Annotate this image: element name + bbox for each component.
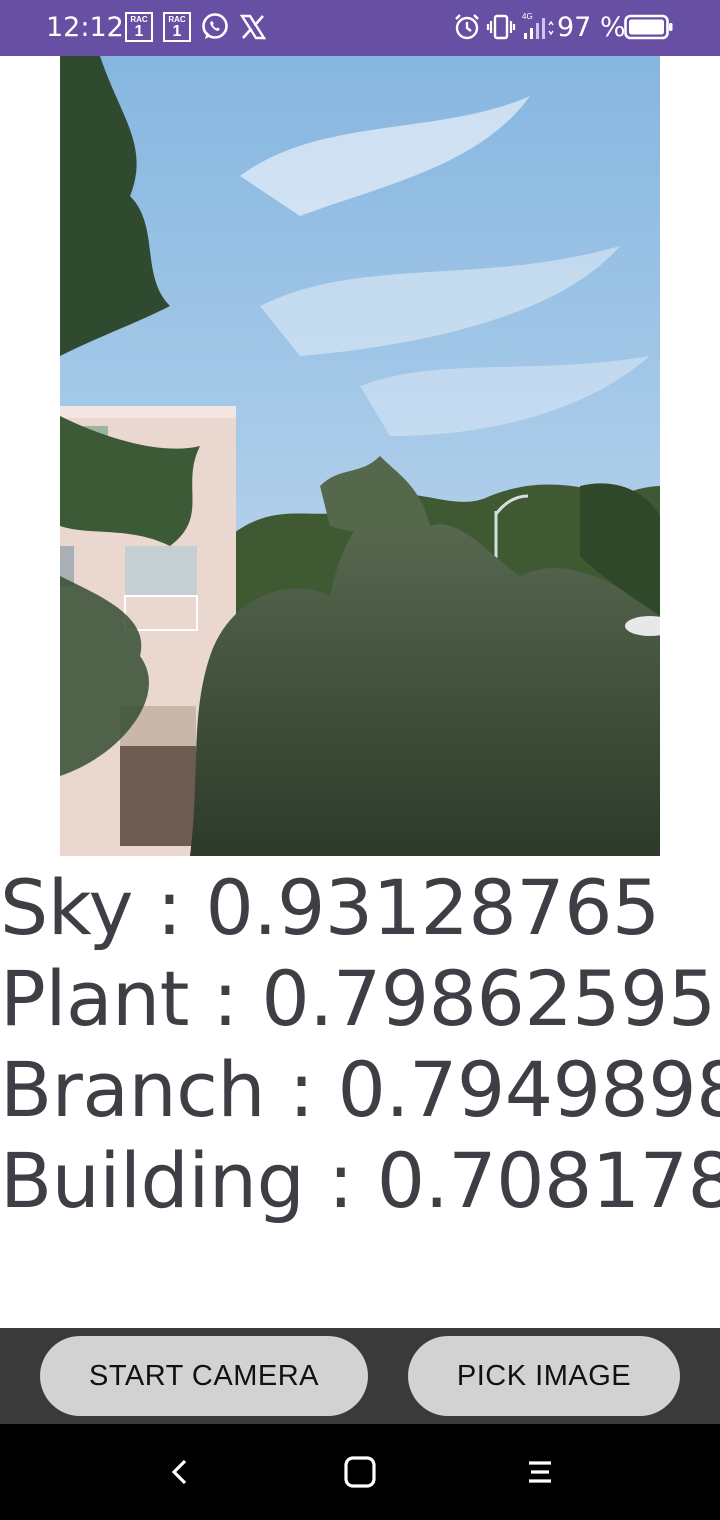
menu-icon[interactable] (520, 1452, 560, 1492)
x-logo-icon (238, 12, 268, 42)
analyzed-photo (60, 56, 660, 856)
navigation-bar (0, 1424, 720, 1520)
rac1-icon: RAC 1 (124, 12, 154, 42)
status-bar: 12:12 RAC 1 RAC 1 4G 97 % (0, 0, 720, 56)
results-list: Sky : 0.93128765 Plant : 0.79862595 Bran… (0, 862, 720, 1226)
signal-icon: 4G (518, 12, 554, 42)
svg-text:4G: 4G (522, 12, 533, 21)
rac1-icon: RAC 1 (162, 12, 192, 42)
result-building: Building : 0.708178 (0, 1136, 720, 1225)
result-plant: Plant : 0.79862595 (0, 954, 716, 1043)
camera-preview-image (60, 56, 660, 856)
alarm-icon (452, 12, 482, 42)
result-sky: Sky : 0.93128765 (0, 863, 660, 952)
pick-image-button[interactable]: PICK IMAGE (408, 1336, 680, 1416)
action-bar: START CAMERA PICK IMAGE (0, 1328, 720, 1424)
result-branch: Branch : 0.7949898 (0, 1045, 720, 1134)
whatsapp-icon (200, 12, 230, 42)
battery-icon (624, 12, 674, 42)
home-icon[interactable] (340, 1452, 380, 1492)
back-icon[interactable] (160, 1452, 200, 1492)
status-time: 12:12 (46, 12, 124, 43)
battery-percent: 97 % (557, 12, 626, 43)
vibrate-icon (486, 12, 516, 42)
start-camera-button[interactable]: START CAMERA (40, 1336, 368, 1416)
